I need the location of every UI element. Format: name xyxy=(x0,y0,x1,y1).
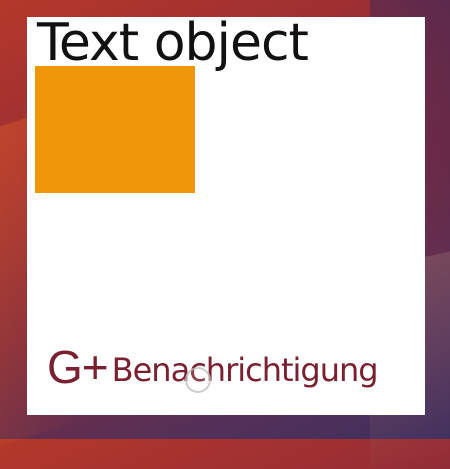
touch-indicator xyxy=(185,367,211,393)
notification-label: Benachrichtigung xyxy=(111,351,379,389)
orange-rectangle xyxy=(35,66,195,193)
home-screen: { "widget": { "title": "Text object", "r… xyxy=(0,0,450,469)
google-plus-icon: G+ xyxy=(47,341,109,393)
notification-footer[interactable]: G+ Benachrichtigung xyxy=(47,341,379,393)
home-widget[interactable]: Text object G+ Benachrichtigung xyxy=(27,13,425,415)
